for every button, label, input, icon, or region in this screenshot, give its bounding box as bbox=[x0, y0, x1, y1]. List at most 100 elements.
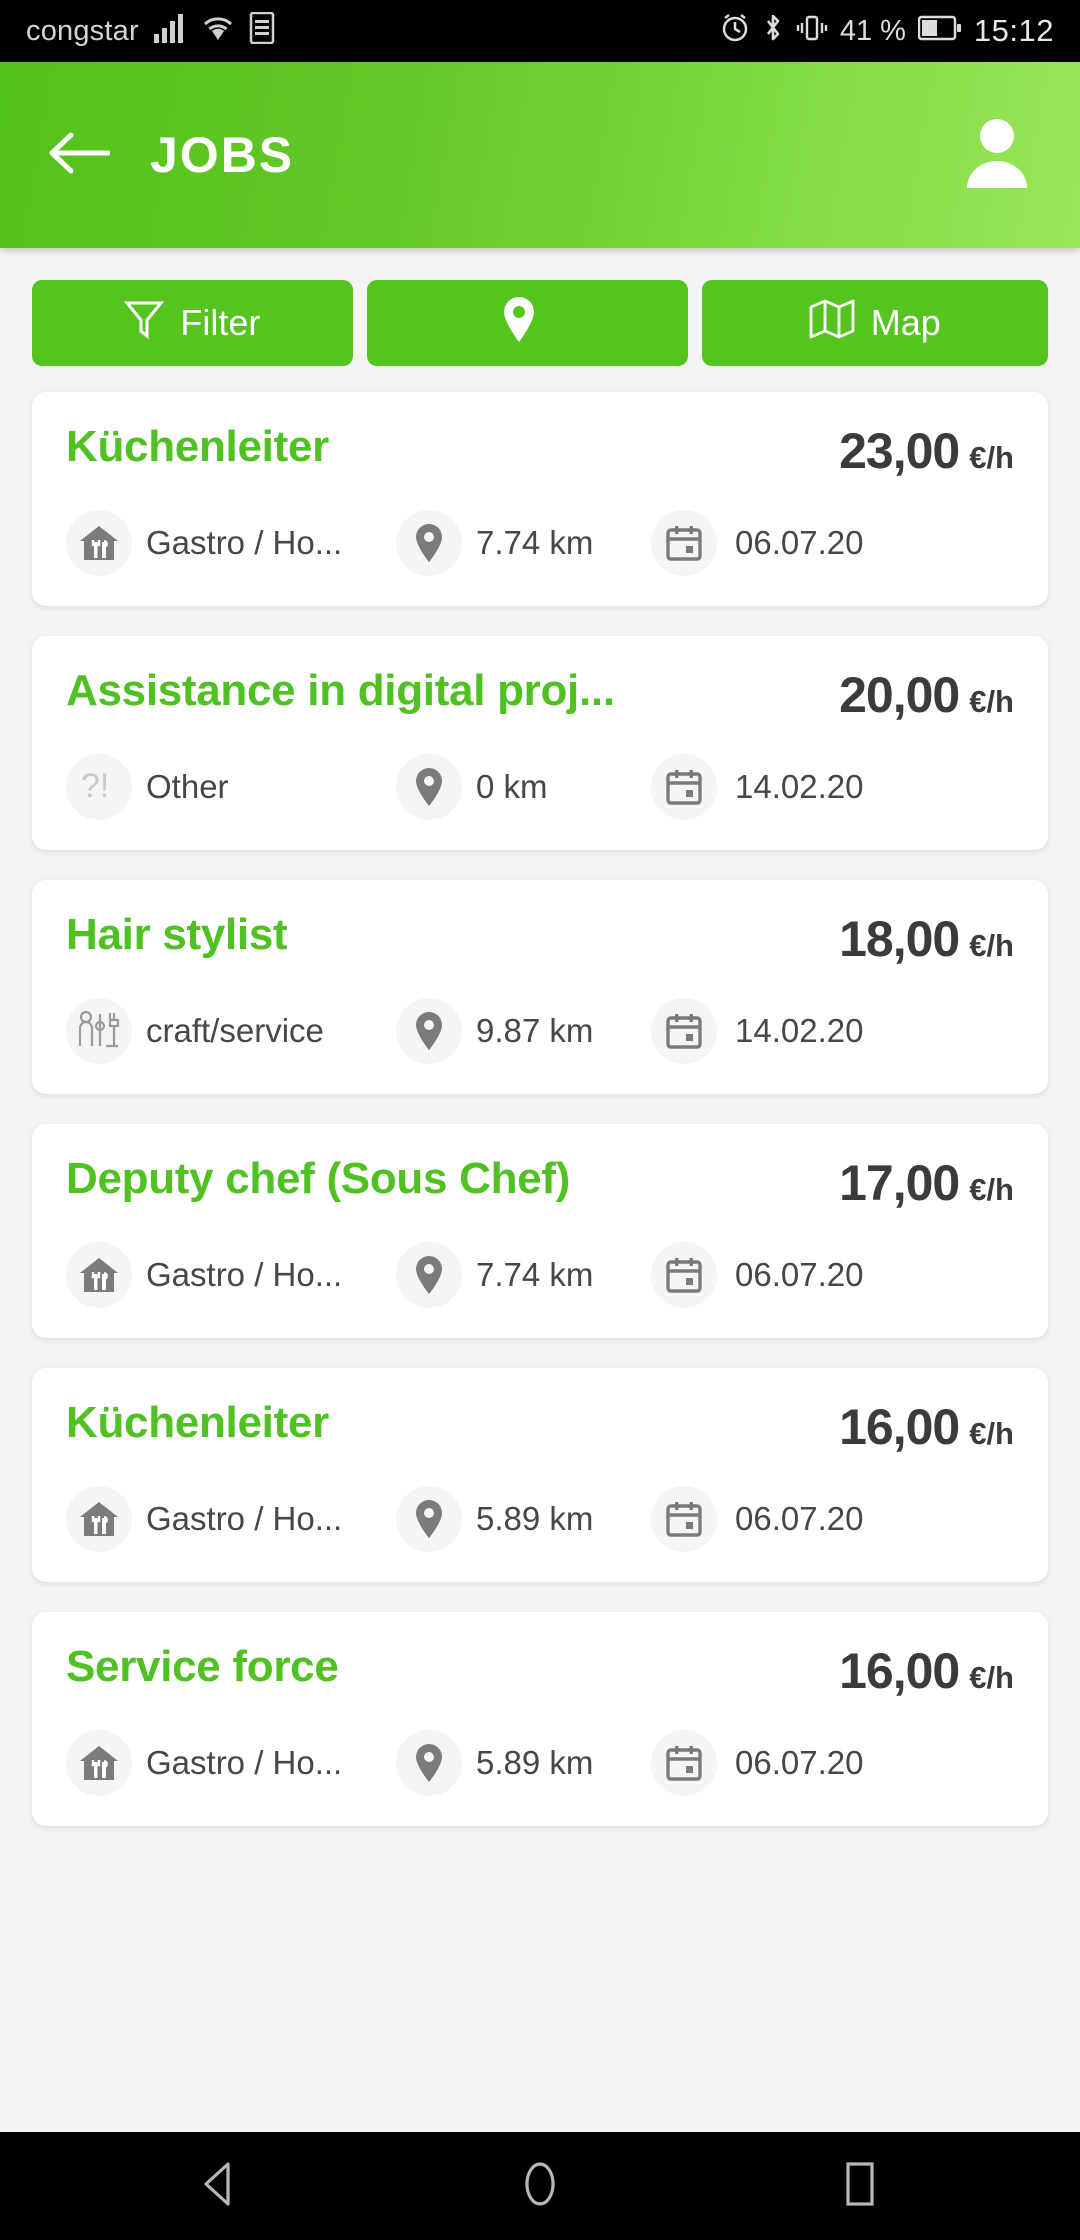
job-category-label: Gastro / Ho... bbox=[146, 1500, 343, 1537]
funnel-icon bbox=[124, 298, 165, 349]
job-price: 16,00 €/h bbox=[839, 1642, 1014, 1700]
wifi-icon bbox=[201, 13, 235, 50]
job-title: Hair stylist bbox=[66, 910, 288, 959]
job-category: Gastro / Ho... bbox=[66, 510, 396, 576]
job-category: Gastro / Ho... bbox=[66, 1730, 396, 1796]
job-category: Gastro / Ho... bbox=[66, 1486, 396, 1552]
job-card[interactable]: Assistance in digital proj... 20,00 €/h … bbox=[32, 636, 1048, 850]
job-date-label: 06.07.20 bbox=[735, 524, 864, 561]
folded-map-icon bbox=[809, 298, 855, 349]
job-price: 23,00 €/h bbox=[839, 422, 1014, 480]
job-distance: 5.89 km bbox=[396, 1486, 651, 1552]
sim-card-icon bbox=[249, 11, 275, 51]
job-card[interactable]: Hair stylist 18,00 €/h craft/service 9.8… bbox=[32, 880, 1048, 1094]
map-label: Map bbox=[870, 302, 941, 343]
job-date-label: 14.02.20 bbox=[735, 1012, 864, 1049]
battery-percent-label: 41 % bbox=[839, 14, 906, 47]
status-bar-left: congstar bbox=[26, 11, 275, 51]
job-date: 06.07.20 bbox=[651, 1242, 863, 1308]
job-meta: ?! Other 0 km 14.02.20 bbox=[66, 754, 1014, 820]
nav-recents-button[interactable] bbox=[825, 2151, 895, 2221]
calendar-icon bbox=[651, 998, 717, 1064]
status-bar-right: 41 % 15:12 bbox=[720, 12, 1054, 51]
gastro-house-icon bbox=[66, 510, 132, 576]
job-price-unit: €/h bbox=[969, 1660, 1014, 1695]
job-category-label: Gastro / Ho... bbox=[146, 1256, 343, 1293]
nav-recents-square-icon bbox=[840, 2159, 880, 2214]
back-arrow-icon bbox=[48, 130, 111, 181]
android-navigation-bar bbox=[0, 2132, 1080, 2240]
calendar-icon bbox=[651, 510, 717, 576]
map-pin-icon bbox=[396, 1730, 462, 1796]
clock-label: 15:12 bbox=[973, 13, 1054, 48]
job-date-label: 06.07.20 bbox=[735, 1744, 864, 1781]
nav-home-circle-icon bbox=[518, 2159, 562, 2214]
calendar-icon bbox=[651, 1730, 717, 1796]
job-card-header: Küchenleiter 23,00 €/h bbox=[66, 422, 1014, 480]
job-price-value: 16,00 bbox=[839, 1399, 960, 1455]
job-date: 06.07.20 bbox=[651, 1730, 863, 1796]
job-card[interactable]: Service force 16,00 €/h Gastro / Ho... 5… bbox=[32, 1612, 1048, 1826]
job-date-label: 14.02.20 bbox=[735, 768, 864, 805]
vibrate-icon bbox=[796, 13, 828, 50]
job-price-value: 20,00 bbox=[839, 667, 960, 723]
map-pin-icon bbox=[501, 295, 537, 352]
question-exclamation-icon: ?! bbox=[66, 754, 132, 820]
page-title: JOBS bbox=[150, 127, 295, 183]
map-button[interactable]: Map bbox=[701, 280, 1048, 366]
job-title: Küchenleiter bbox=[66, 422, 329, 471]
job-list[interactable]: Küchenleiter 23,00 €/h Gastro / Ho... 7.… bbox=[0, 366, 1080, 1826]
back-button[interactable] bbox=[40, 116, 118, 194]
filter-button[interactable]: Filter bbox=[32, 280, 353, 366]
job-category: Gastro / Ho... bbox=[66, 1242, 396, 1308]
job-distance: 9.87 km bbox=[396, 998, 651, 1064]
profile-button[interactable] bbox=[954, 112, 1040, 198]
job-meta: Gastro / Ho... 5.89 km 06.07.20 bbox=[66, 1730, 1014, 1796]
nav-home-button[interactable] bbox=[505, 2151, 575, 2221]
job-meta: Gastro / Ho... 7.74 km 06.07.20 bbox=[66, 510, 1014, 576]
job-category: craft/service bbox=[66, 998, 396, 1064]
job-distance: 5.89 km bbox=[396, 1730, 651, 1796]
job-card[interactable]: Deputy chef (Sous Chef) 17,00 €/h Gastro… bbox=[32, 1124, 1048, 1338]
job-card-header: Service force 16,00 €/h bbox=[66, 1642, 1014, 1700]
job-distance: 7.74 km bbox=[396, 510, 651, 576]
job-price-value: 16,00 bbox=[839, 1643, 960, 1699]
job-distance-label: 5.89 km bbox=[476, 1500, 594, 1537]
job-distance-label: 7.74 km bbox=[476, 524, 594, 561]
job-price-unit: €/h bbox=[969, 928, 1014, 963]
job-title: Assistance in digital proj... bbox=[66, 666, 615, 715]
map-pin-icon bbox=[396, 510, 462, 576]
job-date: 14.02.20 bbox=[651, 754, 863, 820]
location-button[interactable] bbox=[366, 280, 688, 366]
job-date: 14.02.20 bbox=[651, 998, 863, 1064]
job-date-label: 06.07.20 bbox=[735, 1256, 864, 1293]
job-price-value: 23,00 bbox=[839, 423, 960, 479]
job-date: 06.07.20 bbox=[651, 510, 863, 576]
filter-label: Filter bbox=[180, 302, 261, 343]
job-title: Service force bbox=[66, 1642, 339, 1691]
toolbar: Filter Map bbox=[0, 248, 1080, 366]
job-title: Deputy chef (Sous Chef) bbox=[66, 1154, 571, 1203]
job-date-label: 06.07.20 bbox=[735, 1500, 864, 1537]
job-price: 17,00 €/h bbox=[839, 1154, 1014, 1212]
job-price: 16,00 €/h bbox=[839, 1398, 1014, 1456]
map-pin-icon bbox=[396, 998, 462, 1064]
calendar-icon bbox=[651, 754, 717, 820]
job-distance-label: 9.87 km bbox=[476, 1012, 594, 1049]
map-pin-icon bbox=[396, 754, 462, 820]
phone-screen: congstar 41 % 15:12 JOBS Filter Map Küch… bbox=[0, 0, 1080, 2240]
map-pin-icon bbox=[396, 1486, 462, 1552]
person-icon bbox=[962, 116, 1032, 195]
job-title: Küchenleiter bbox=[66, 1398, 329, 1447]
job-price-unit: €/h bbox=[969, 684, 1014, 719]
nav-back-button[interactable] bbox=[185, 2151, 255, 2221]
signal-bars-icon bbox=[153, 13, 187, 50]
alarm-icon bbox=[720, 13, 750, 50]
job-meta: Gastro / Ho... 5.89 km 06.07.20 bbox=[66, 1486, 1014, 1552]
job-meta: Gastro / Ho... 7.74 km 06.07.20 bbox=[66, 1242, 1014, 1308]
svg-text:?!: ?! bbox=[81, 767, 109, 805]
job-date: 06.07.20 bbox=[651, 1486, 863, 1552]
job-distance-label: 7.74 km bbox=[476, 1256, 594, 1293]
job-card[interactable]: Küchenleiter 23,00 €/h Gastro / Ho... 7.… bbox=[32, 392, 1048, 606]
job-card[interactable]: Küchenleiter 16,00 €/h Gastro / Ho... 5.… bbox=[32, 1368, 1048, 1582]
